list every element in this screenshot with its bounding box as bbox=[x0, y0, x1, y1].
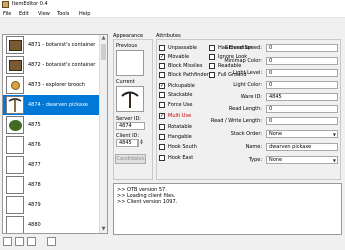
list-item[interactable]: 4876 bbox=[3, 135, 99, 155]
checkbox-box[interactable] bbox=[159, 134, 165, 140]
menu-file[interactable]: File bbox=[3, 11, 11, 17]
list-item-label: 4873 - explorer brooch bbox=[28, 82, 86, 88]
menu-help[interactable]: Help bbox=[79, 11, 90, 17]
light-color-field[interactable]: 0 bbox=[266, 81, 338, 89]
server-id-field[interactable]: 4874 bbox=[116, 122, 145, 130]
current-sprite bbox=[116, 86, 144, 112]
empty-item-icon bbox=[6, 216, 24, 233]
checkbox-box[interactable] bbox=[209, 54, 215, 60]
list-item-label: 4872 - botanist's container bbox=[28, 62, 96, 68]
list-toolbar bbox=[0, 236, 112, 250]
checkbox-box[interactable]: ✓ bbox=[159, 113, 165, 119]
name-label: Name: bbox=[245, 144, 262, 150]
list-item[interactable]: 4871 - botanist's container bbox=[3, 35, 99, 55]
add-item-button[interactable] bbox=[3, 237, 12, 246]
scroll-up-icon[interactable]: ▲ bbox=[101, 36, 106, 41]
title-bar: ItemEditor 0.4 bbox=[0, 0, 345, 9]
name-field[interactable]: dwarven pickaxe bbox=[266, 143, 338, 151]
empty-item-icon bbox=[6, 176, 24, 194]
list-item[interactable]: 4873 - explorer brooch bbox=[3, 75, 99, 95]
ware-id-field[interactable]: 4845 bbox=[266, 93, 338, 101]
pickaxe-icon bbox=[6, 96, 24, 114]
checkbox-box[interactable] bbox=[159, 92, 165, 98]
light-level-field[interactable]: 0 bbox=[266, 69, 338, 77]
type-select[interactable]: None ▼ bbox=[266, 156, 338, 164]
empty-item-icon bbox=[6, 156, 24, 174]
chevron-down-icon: ▼ bbox=[332, 132, 336, 137]
ware-id-label: Ware ID: bbox=[240, 94, 262, 100]
list-item-label: 4876 bbox=[28, 142, 41, 148]
read-write-length-field[interactable]: 0 bbox=[266, 117, 338, 125]
window-title: ItemEditor 0.4 bbox=[12, 1, 48, 7]
botanist-container-icon bbox=[6, 36, 24, 54]
list-item-label: 4871 - botanist's container bbox=[28, 42, 96, 48]
ground-speed-label: Ground Speed: bbox=[224, 45, 262, 51]
stack-order-label: Stack Order: bbox=[230, 131, 262, 137]
candidates-button[interactable]: Candidates bbox=[115, 154, 146, 164]
current-label: Current bbox=[116, 79, 135, 85]
light-color-label: Light Color: bbox=[233, 82, 262, 88]
checkbox-box[interactable] bbox=[159, 144, 165, 150]
type-label: Type: bbox=[248, 157, 262, 163]
list-item[interactable]: 4877 bbox=[3, 155, 99, 175]
checkbox-box[interactable]: ✓ bbox=[159, 54, 165, 60]
list-item[interactable]: 4880 bbox=[3, 215, 99, 233]
minimap-color-field[interactable]: 0 bbox=[266, 57, 338, 65]
menu-bar: File Edit View Tools Help bbox=[0, 9, 345, 18]
list-item-label: 4874 - dwarven pickaxe bbox=[28, 102, 88, 108]
find-item-button[interactable] bbox=[47, 237, 56, 246]
list-scrollbar[interactable]: ▲ ▼ bbox=[99, 35, 107, 233]
checkbox-box[interactable] bbox=[159, 72, 165, 78]
console-line: >> Client version 1097. bbox=[117, 199, 178, 205]
list-item[interactable]: 4878 bbox=[3, 175, 99, 195]
ground-speed-field[interactable]: 0 bbox=[266, 44, 338, 52]
client-id-spinner[interactable]: ▲ ▼ bbox=[138, 139, 144, 147]
previous-label: Previous bbox=[116, 43, 138, 49]
checkbox-box[interactable] bbox=[209, 63, 215, 69]
checkbox-box[interactable] bbox=[209, 72, 215, 78]
output-console[interactable]: >> OTB version 57. >> Loading client fil… bbox=[113, 183, 342, 235]
checkbox-box[interactable] bbox=[209, 45, 215, 51]
remove-item-button[interactable] bbox=[15, 237, 24, 246]
read-write-length-label: Read / Write Length: bbox=[210, 118, 262, 124]
pickaxe-icon bbox=[121, 91, 139, 108]
checkbox-box[interactable] bbox=[159, 63, 165, 69]
plant-icon bbox=[6, 116, 24, 134]
list-item-label: 4880 bbox=[28, 222, 41, 228]
duplicate-item-button[interactable] bbox=[27, 237, 36, 246]
light-level-label: Light Level: bbox=[233, 70, 262, 76]
menu-tools[interactable]: Tools bbox=[57, 11, 69, 17]
read-length-label: Read Length: bbox=[228, 106, 262, 112]
list-item-label: 4875 bbox=[28, 122, 41, 128]
chevron-down-icon: ▼ bbox=[332, 158, 336, 163]
item-list[interactable]: 4871 - botanist's container 4872 - botan… bbox=[2, 34, 108, 234]
list-item-label: 4878 bbox=[28, 182, 41, 188]
checkbox-box[interactable] bbox=[159, 102, 165, 108]
empty-item-icon bbox=[6, 136, 24, 154]
checkbox-box[interactable] bbox=[159, 45, 165, 51]
checkbox-box[interactable] bbox=[159, 155, 165, 161]
list-item[interactable]: 4875 bbox=[3, 115, 99, 135]
explorer-brooch-icon bbox=[6, 76, 24, 94]
checkbox-box[interactable] bbox=[159, 124, 165, 130]
list-item[interactable]: 4879 bbox=[3, 195, 99, 215]
list-item-label: 4879 bbox=[28, 202, 41, 208]
checkbox-box[interactable]: ✓ bbox=[159, 83, 165, 89]
scroll-thumb[interactable] bbox=[101, 44, 106, 60]
app-icon bbox=[2, 1, 9, 8]
minimap-color-label: Minimap Color: bbox=[224, 58, 262, 64]
stack-order-select[interactable]: None ▼ bbox=[266, 130, 338, 138]
read-length-field[interactable]: 0 bbox=[266, 105, 338, 113]
menu-view[interactable]: View bbox=[38, 11, 50, 17]
previous-sprite bbox=[116, 50, 144, 76]
menu-edit[interactable]: Edit bbox=[19, 11, 29, 17]
empty-item-icon bbox=[6, 196, 24, 214]
list-item-label: 4877 bbox=[28, 162, 41, 168]
client-id-field[interactable]: 4845 bbox=[116, 139, 138, 147]
list-item-selected[interactable]: 4874 - dwarven pickaxe bbox=[3, 95, 99, 115]
scroll-down-icon[interactable]: ▼ bbox=[101, 227, 106, 232]
list-item[interactable]: 4872 - botanist's container bbox=[3, 55, 99, 75]
botanist-container-icon bbox=[6, 56, 24, 74]
